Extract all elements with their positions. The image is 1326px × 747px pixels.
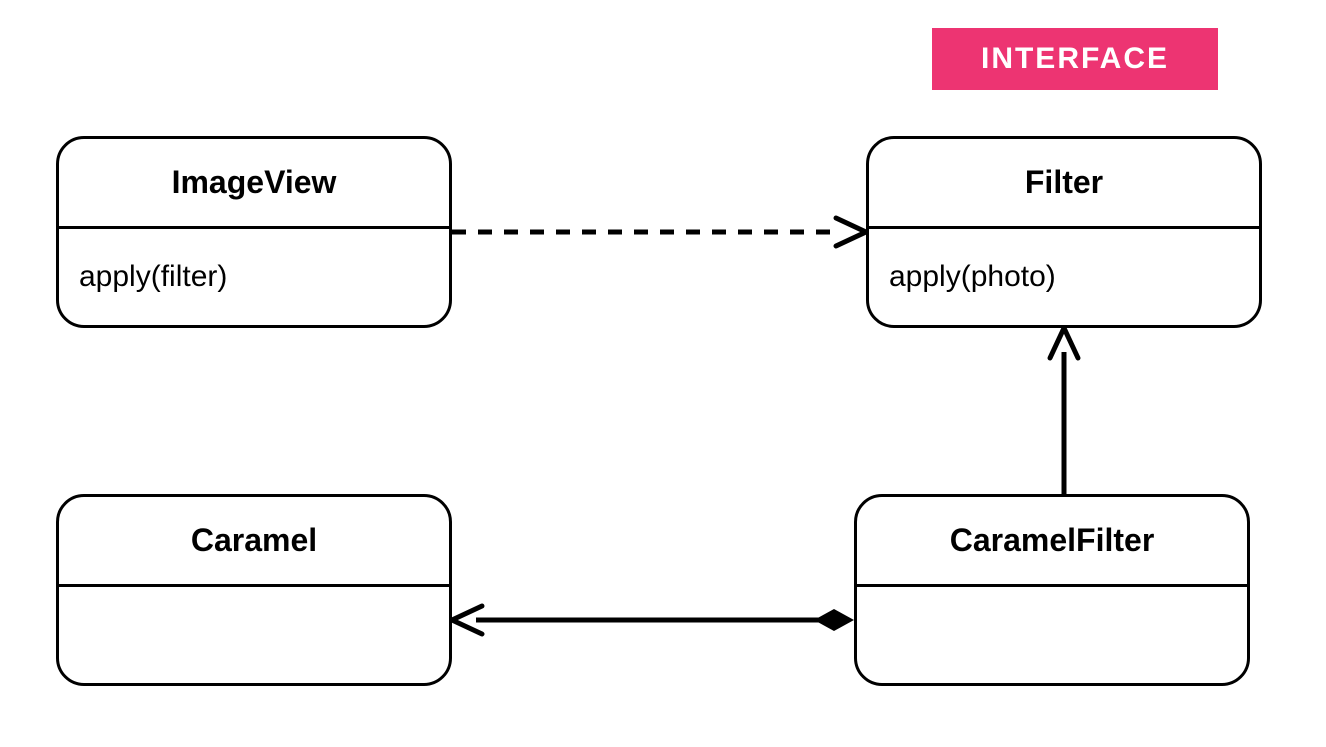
- class-method-caramel: [59, 587, 449, 683]
- arrow-caramelfilter-to-caramel: [452, 606, 854, 634]
- class-box-caramelfilter: CaramelFilter: [854, 494, 1250, 686]
- class-method-imageview: apply(filter): [59, 229, 449, 325]
- class-box-imageview: ImageView apply(filter): [56, 136, 452, 328]
- arrow-imageview-to-filter: [452, 218, 866, 246]
- class-method-caramelfilter: [857, 587, 1247, 683]
- arrow-caramelfilter-to-filter: [1050, 328, 1078, 494]
- class-name-imageview: ImageView: [59, 139, 449, 229]
- class-box-caramel: Caramel: [56, 494, 452, 686]
- class-name-filter: Filter: [869, 139, 1259, 229]
- interface-stereotype-badge: INTERFACE: [932, 28, 1218, 90]
- class-box-filter: Filter apply(photo): [866, 136, 1262, 328]
- class-name-caramel: Caramel: [59, 497, 449, 587]
- class-name-caramelfilter: CaramelFilter: [857, 497, 1247, 587]
- class-method-filter: apply(photo): [869, 229, 1259, 325]
